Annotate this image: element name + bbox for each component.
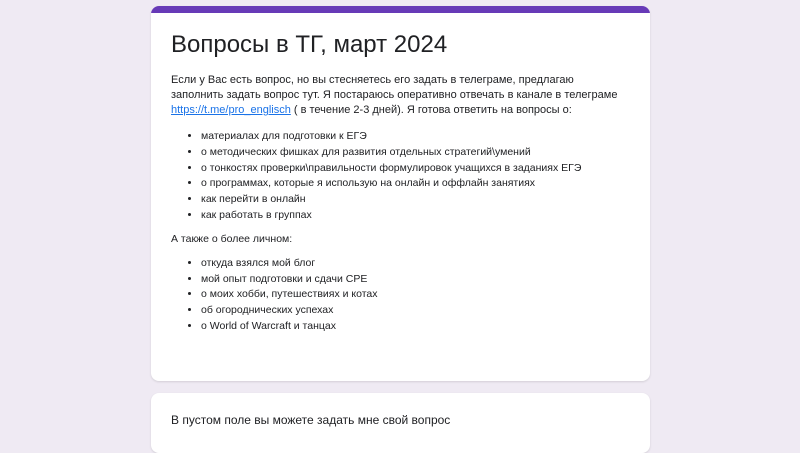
question-card[interactable]: В пустом поле вы можете задать мне свой …	[151, 393, 650, 453]
header-content: Вопросы в ТГ, март 2024 Если у Вас есть …	[151, 13, 650, 335]
list-item: о методических фишках для развития отдел…	[201, 145, 628, 161]
list-item: как перейти в онлайн	[201, 192, 628, 208]
personal-topics-label: А также о более личном:	[171, 232, 293, 245]
list-item: материалах для подготовки к ЕГЭ	[201, 129, 628, 145]
list-item: откуда взялся мой блог	[201, 256, 628, 272]
form-header-card: Вопросы в ТГ, март 2024 Если у Вас есть …	[151, 6, 650, 381]
list-item: о World of Warcraft и танцах	[201, 319, 628, 335]
list-item: об огороднических успехах	[201, 303, 628, 319]
telegram-channel-link[interactable]: https://t.me/pro_englisch	[171, 104, 291, 116]
form-title: Вопросы в ТГ, март 2024	[171, 31, 448, 58]
list-item: как работать в группах	[201, 208, 628, 224]
description-text: Если у Вас есть вопрос, но вы стесняетес…	[171, 74, 618, 101]
description-text-end: ( в течение 2-3 дней). Я готова ответить…	[290, 104, 572, 116]
form-description: Если у Вас есть вопрос, но вы стесняетес…	[171, 73, 628, 118]
accent-bar	[151, 6, 650, 13]
list-item: о моих хобби, путешествиях и котах	[201, 287, 628, 303]
list-item: о тонкостях проверки\правильности формул…	[201, 161, 628, 177]
list-item: мой опыт подготовки и сдачи CPE	[201, 272, 628, 288]
topics-list: материалах для подготовки к ЕГЭ о методи…	[171, 129, 628, 224]
list-item: о программах, которые я использую на онл…	[201, 176, 628, 192]
question-label: В пустом поле вы можете задать мне свой …	[171, 413, 451, 427]
personal-topics-list: откуда взялся мой блог мой опыт подготов…	[171, 256, 628, 335]
